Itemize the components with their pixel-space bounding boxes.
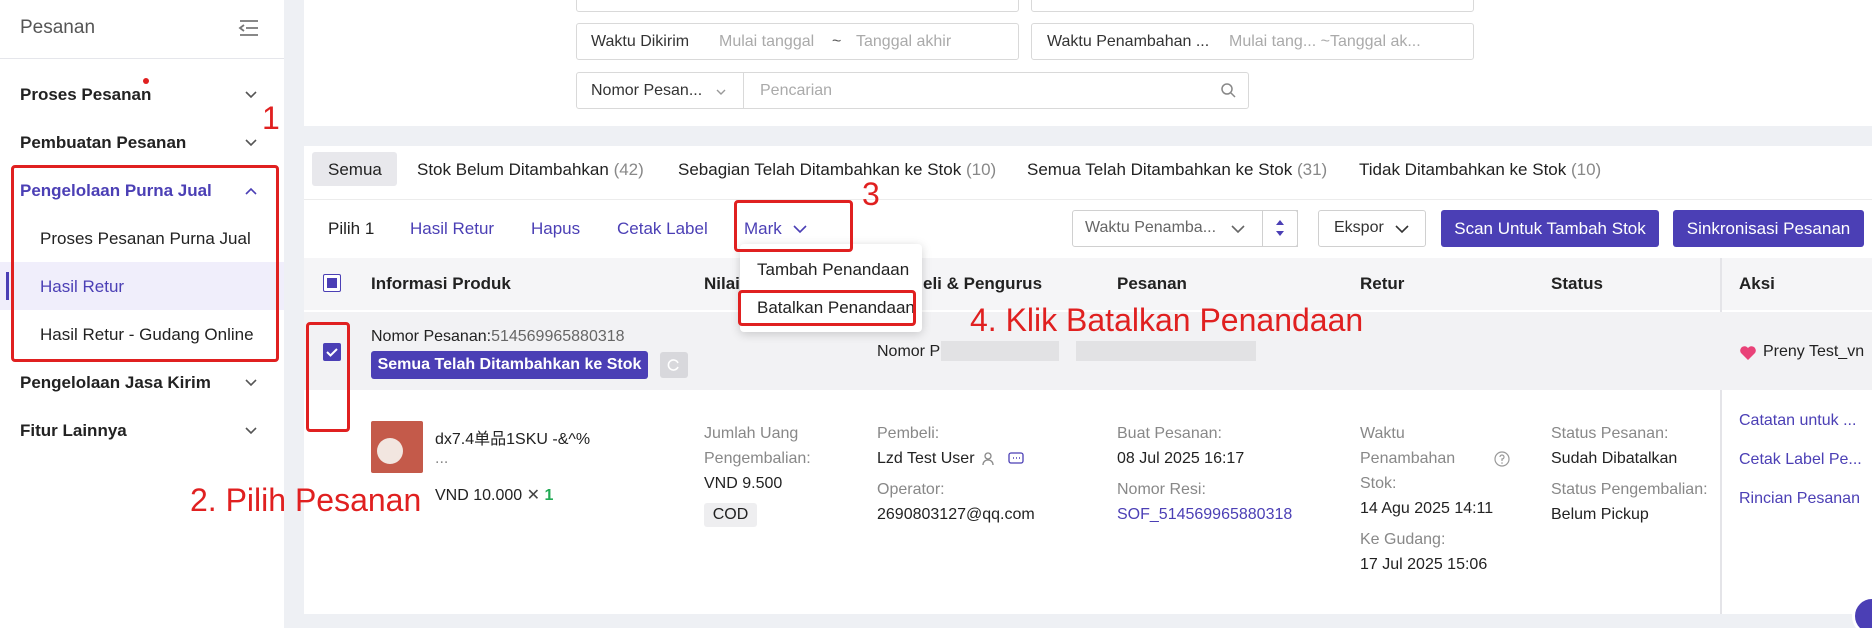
date-separator: ~ [832,33,842,50]
blurred-value [941,341,1059,361]
cetak-label-button[interactable]: Cetak Label [617,219,708,239]
refund-label-2: Pengembalian: [704,450,811,467]
order-status-label: Status Pesanan: [1551,425,1669,442]
return-status-label: Status Pengembalian: [1551,481,1708,498]
col-pembeli-pengurus: eli & Pengurus [923,274,1043,293]
search-type-value: Nomor Pesan... [591,82,703,99]
order-status: Sudah Dibatalkan [1551,450,1678,467]
col-aksi: Aksi [1739,274,1775,293]
refund-label: Jumlah Uang [704,425,799,442]
sort-select-value: Waktu Penamba... [1085,219,1217,236]
catatan-link[interactable]: Catatan untuk ... [1739,412,1856,430]
annotation-box-purna-jual [11,165,279,362]
refresh-icon [667,359,679,371]
chevron-down-icon [716,89,726,95]
refund-amount: VND 9.500 [704,475,783,492]
sent-start-date[interactable]: Mulai tanggal [719,33,814,51]
col-informasi-produk: Informasi Produk [371,274,511,293]
payment-badge: COD [704,503,757,527]
ekspor-label: Ekspor [1334,219,1384,236]
tab-sebagian[interactable]: Sebagian Telah Ditambahkan ke Stok (10) [678,160,996,180]
col-retur: Retur [1360,274,1405,293]
sidebar-item-fitur-lainnya[interactable]: Fitur Lainnya [20,421,127,441]
indeterminate-mark [327,278,337,288]
tab-stok-belum[interactable]: Stok Belum Ditambahkan (42) [417,160,644,180]
added-time-range[interactable]: Mulai tang... ~Tanggal ak... [1229,33,1421,51]
annotation-step-2: 2. Pilih Pesanan [190,482,422,518]
tab-tidak-ditambahkan[interactable]: Tidak Ditambahkan ke Stok (10) [1359,160,1601,180]
rincian-pesanan-link[interactable]: Rincian Pesanan [1739,490,1860,508]
filter-field-top-right[interactable] [1031,0,1474,12]
search-placeholder: Pencarian [760,82,833,99]
sidebar-item-pembuatan-pesanan[interactable]: Pembuatan Pesanan [20,133,186,153]
search-icon[interactable] [1220,82,1236,98]
tab-semua[interactable]: Semua [328,160,382,180]
chevron-down-icon [1395,225,1409,234]
tabs-divider [304,199,1872,200]
hasil-retur-button[interactable]: Hasil Retur [410,219,494,239]
buyer-name: Lzd Test User [877,450,975,467]
sidebar-item-jasa-kirim[interactable]: Pengelolaan Jasa Kirim [20,373,211,393]
chevron-down-icon[interactable] [244,376,258,390]
sidebar-divider [0,58,284,59]
annotation-step-4: 4. Klik Batalkan Penandaan [970,302,1364,338]
col-status: Status [1551,274,1603,293]
blurred-value [1076,341,1256,361]
annotation-box-mark [734,200,853,252]
sidebar-item-proses-pesanan[interactable]: Proses Pesanan [20,85,151,105]
chevron-down-icon[interactable] [244,136,258,150]
operator-label: Operator: [877,481,945,498]
operator-email: 2690803127@qq.com [877,506,1035,523]
dropdown-tambah-penandaan[interactable]: Tambah Penandaan [757,260,909,280]
product-image-detail [377,438,403,464]
tab-semua-telah[interactable]: Semua Telah Ditambahkan ke Stok (31) [1027,160,1327,180]
sort-icon [1276,220,1284,236]
order-number: Nomor Pesanan:514569965880318 [371,328,625,345]
sent-time-label: Waktu Dikirim [591,33,690,50]
collapse-menu-icon[interactable] [238,18,260,38]
product-name-more: ... [435,450,449,467]
active-item-bar [6,272,9,300]
chevron-down-icon[interactable] [244,424,258,438]
resi-link[interactable]: SOF_514569965880318 [1117,506,1292,524]
added-time-label: Waktu Penambahan ... [1047,33,1210,50]
resi-label: Nomor Resi: [1117,481,1206,498]
nomor-prefix: Nomor P [877,343,941,360]
sync-orders-button[interactable]: Sinkronisasi Pesanan [1673,210,1864,247]
created-label: Buat Pesanan: [1117,425,1222,442]
annotation-step-3: 3 [862,176,880,212]
cetak-label-link[interactable]: Cetak Label Pe... [1739,451,1862,469]
annotation-box-batalkan [738,290,916,326]
col-nilai: Nilai [704,274,740,293]
stock-time-label: Waktu [1360,425,1405,442]
status-badge: Semua Telah Ditambahkan ke Stok [371,351,648,379]
stock-time-label-3: Stok: [1360,475,1397,492]
warehouse-time: 17 Jul 2025 15:06 [1360,556,1488,573]
shop-name: Preny Test_vn [1763,343,1865,360]
warehouse-label: Ke Gudang: [1360,531,1446,548]
sent-end-date[interactable]: Tanggal akhir [856,33,951,51]
selected-count: Pilih 1 [328,219,375,238]
user-icon[interactable] [981,451,997,467]
help-icon[interactable] [1494,451,1510,467]
annotation-step-1: 1 [262,100,280,136]
chat-icon[interactable] [1008,451,1024,467]
hapus-button[interactable]: Hapus [531,219,580,239]
stock-time-label-2: Penambahan [1360,450,1456,467]
created-time: 08 Jul 2025 16:17 [1117,450,1245,467]
filter-field-top-left[interactable] [576,0,1019,12]
return-status: Belum Pickup [1551,506,1649,523]
scan-add-stock-button[interactable]: Scan Untuk Tambah Stok [1441,210,1659,247]
chevron-down-icon [1231,225,1245,234]
stock-time: 14 Agu 2025 14:11 [1360,500,1494,517]
col-pesanan: Pesanan [1117,274,1187,293]
chevron-down-icon[interactable] [244,88,258,102]
annotation-box-checkbox [306,322,350,432]
product-name: dx7.4单品1SKU -&^% [435,431,591,448]
buyer-label: Pembeli: [877,425,940,442]
sidebar-title: Pesanan [20,17,96,38]
product-price: VND 10.000 ✕ 1 [435,487,554,504]
notification-dot [143,78,149,84]
heart-icon [1740,346,1756,360]
